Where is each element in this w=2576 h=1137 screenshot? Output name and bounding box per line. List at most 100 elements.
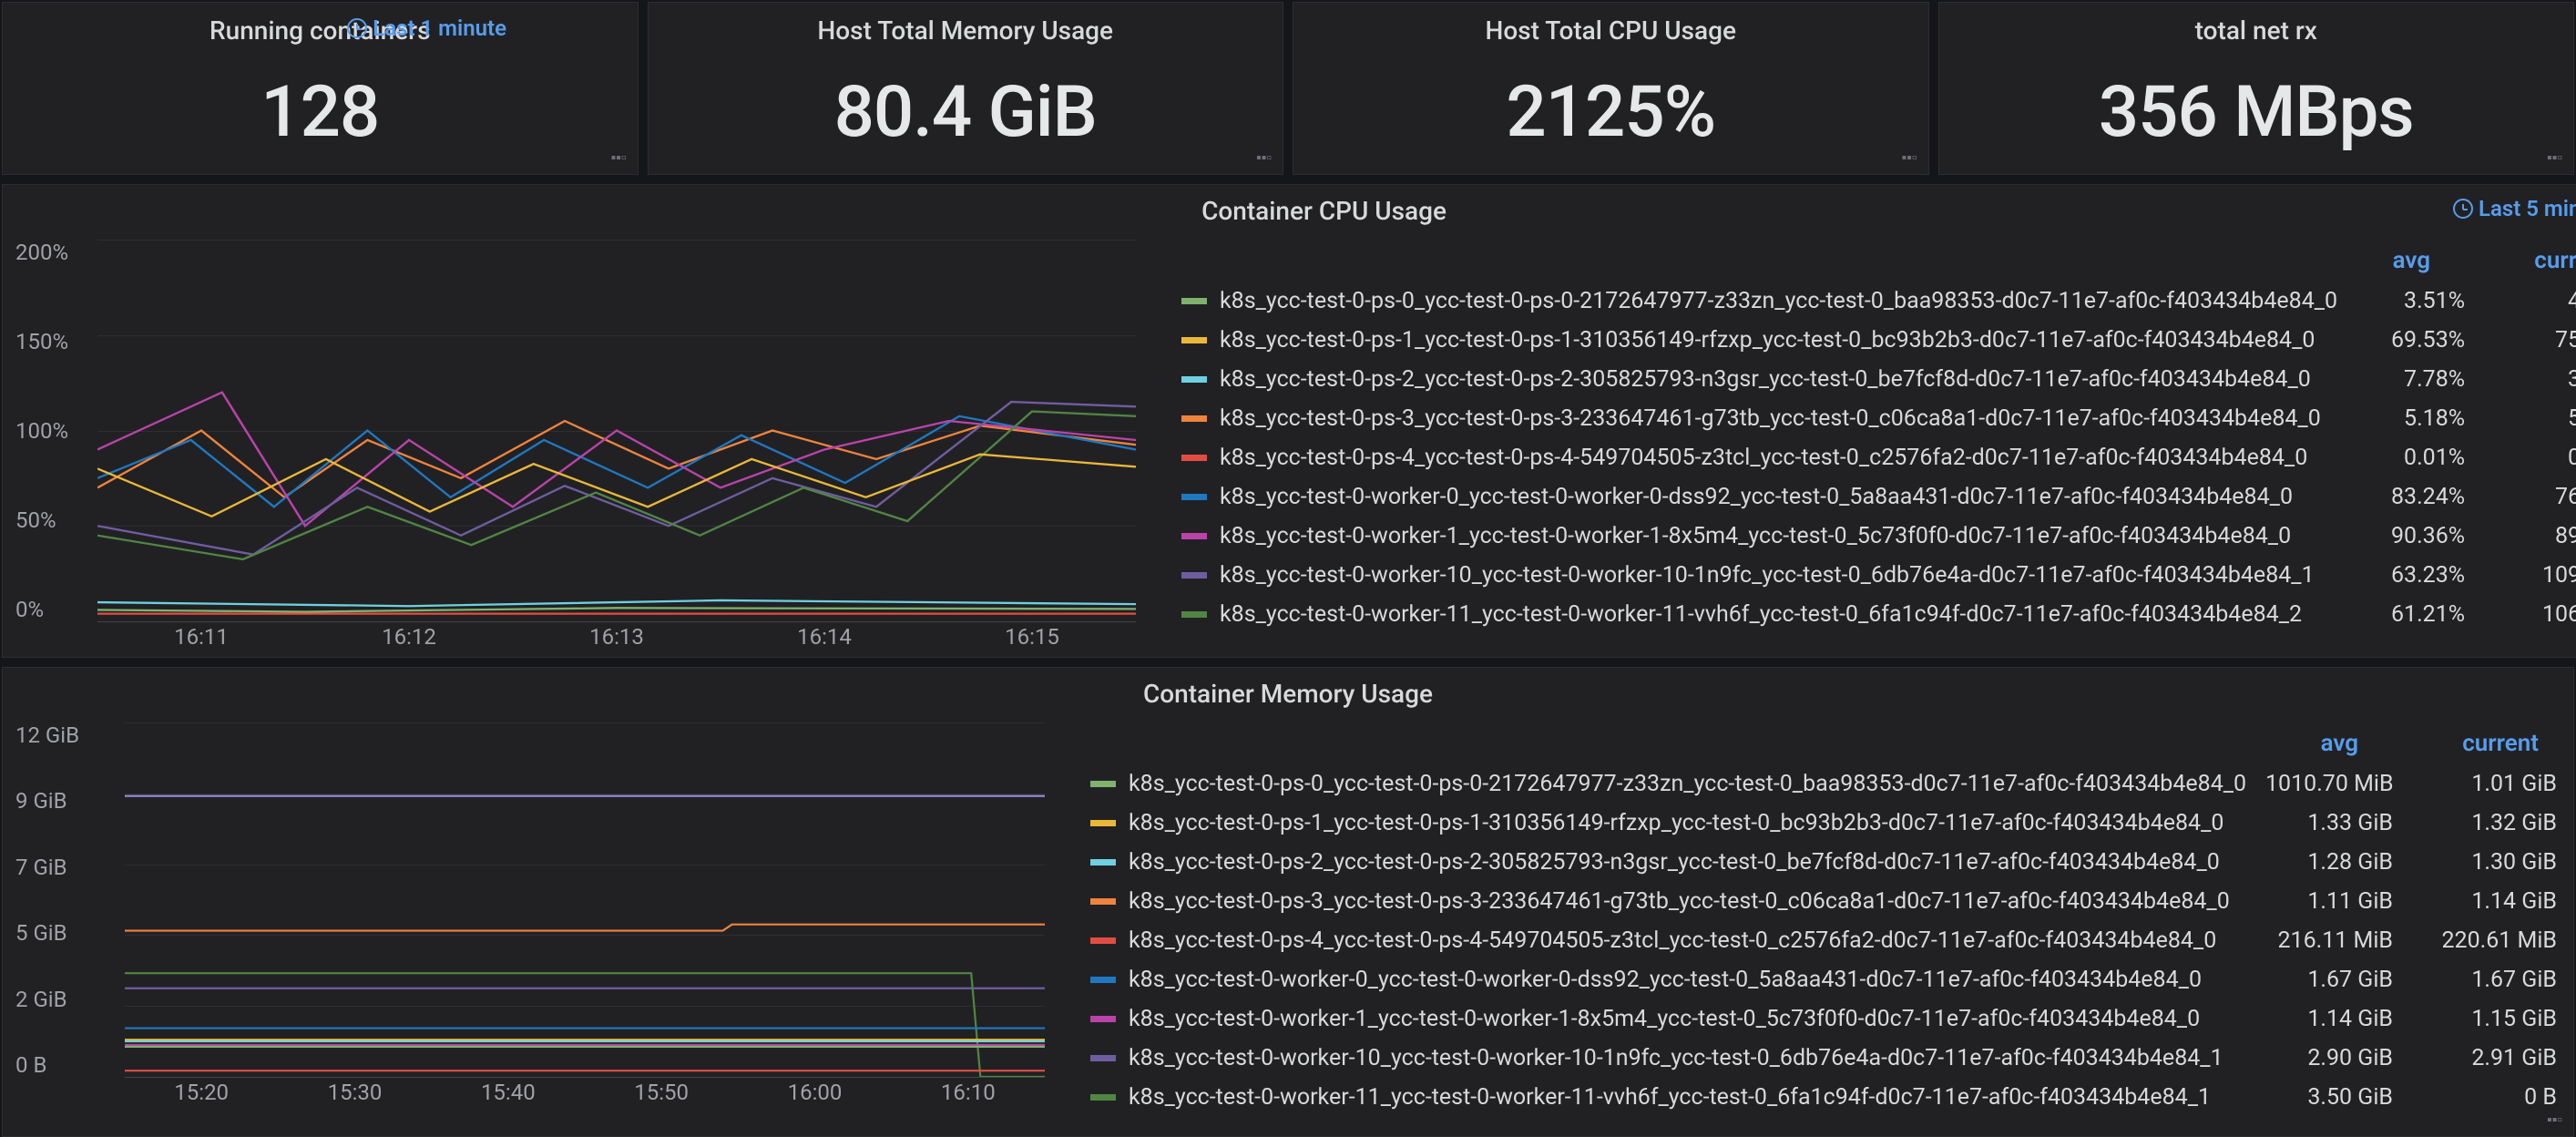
legend-header: avg current	[1181, 247, 2576, 274]
cpu-legend: avg current k8s_ycc-test-0-ps-0_ycc-test…	[1181, 247, 2576, 650]
drilldown-icon[interactable]: ▪▪▫	[1901, 149, 1917, 167]
series-name: k8s_ycc-test-0-worker-10_ycc-test-0-work…	[1220, 556, 2337, 595]
legend-row[interactable]: k8s_ycc-test-0-ps-4_ycc-test-0-ps-4-5497…	[1090, 921, 2557, 960]
stat-memory-usage[interactable]: Host Total Memory Usage 80.4 GiB ▪▪▫	[648, 2, 1284, 175]
stat-title: Host Total Memory Usage	[817, 15, 1113, 46]
series-name: k8s_ycc-test-0-worker-0_ycc-test-0-worke…	[1129, 960, 2265, 999]
legend-row[interactable]: k8s_ycc-test-0-worker-0_ycc-test-0-worke…	[1181, 477, 2576, 517]
col-current[interactable]: current	[2474, 247, 2576, 274]
series-swatch	[1181, 611, 1207, 618]
series-swatch	[1090, 781, 1116, 787]
panel-title: Container Memory Usage	[3, 679, 2573, 709]
drilldown-icon[interactable]: ▪▪▫	[610, 149, 626, 167]
col-avg[interactable]: avg	[2294, 247, 2430, 274]
legend-row[interactable]: k8s_ycc-test-0-ps-0_ycc-test-0-ps-0-2172…	[1090, 764, 2557, 804]
series-name: k8s_ycc-test-0-ps-4_ycc-test-0-ps-4-5497…	[1129, 921, 2265, 960]
time-range[interactable]: Last 1 minute	[347, 15, 506, 41]
drilldown-icon[interactable]: ▪▪▫	[1256, 149, 1272, 167]
dashboard: Running containers Last 1 minute 128 ▪▪▫…	[0, 0, 2576, 1137]
time-range[interactable]: Last 5 minutes	[2453, 196, 2576, 221]
legend-row[interactable]: k8s_ycc-test-0-ps-0_ycc-test-0-ps-0-2172…	[1181, 282, 2576, 321]
series-name: k8s_ycc-test-0-ps-0_ycc-test-0-ps-0-2172…	[1220, 282, 2337, 321]
axis-tick: 7 GiB	[15, 855, 67, 880]
stats-row: Running containers Last 1 minute 128 ▪▪▫…	[2, 2, 2574, 175]
current-value: 2.91 GiB	[2402, 1039, 2557, 1078]
plot-area[interactable]	[97, 240, 1136, 622]
legend-row[interactable]: k8s_ycc-test-0-ps-2_ycc-test-0-ps-2-3058…	[1090, 843, 2557, 882]
legend-row[interactable]: k8s_ycc-test-0-ps-3_ycc-test-0-ps-3-2336…	[1181, 399, 2576, 438]
series-swatch	[1090, 1055, 1116, 1061]
legend-row[interactable]: k8s_ycc-test-0-ps-1_ycc-test-0-ps-1-3103…	[1090, 804, 2557, 843]
avg-value: 61.21%	[2337, 595, 2474, 634]
legend-row[interactable]: k8s_ycc-test-0-worker-1_ycc-test-0-worke…	[1181, 517, 2576, 556]
container-mem-panel[interactable]: Container Memory Usage 12 GiB9 GiB7 GiB5…	[2, 667, 2574, 1137]
legend-row[interactable]: k8s_ycc-test-0-worker-11_ycc-test-0-work…	[1181, 595, 2576, 634]
drilldown-icon[interactable]: ▪▪▫	[2547, 149, 2562, 167]
cpu-chart[interactable]: 200%150%100%50%0%	[15, 240, 1136, 650]
series-name: k8s_ycc-test-0-ps-4_ycc-test-0-ps-4-5497…	[1220, 438, 2337, 477]
axis-tick: 0 B	[15, 1052, 46, 1078]
axis-tick: 15:30	[328, 1080, 383, 1105]
mem-legend: avg current k8s_ycc-test-0-ps-0_ycc-test…	[1090, 730, 2557, 1129]
axis-tick: 16:13	[589, 624, 644, 650]
axis-tick: 2 GiB	[15, 987, 67, 1012]
series-swatch	[1090, 937, 1116, 944]
cpu-row: Container CPU Usage Last 5 minutes 200%1…	[2, 184, 2574, 658]
col-current[interactable]: current	[2402, 730, 2539, 757]
legend-row[interactable]: k8s_ycc-test-0-worker-10_ycc-test-0-work…	[1181, 556, 2576, 595]
series-swatch	[1181, 298, 1207, 304]
mem-row: Container Memory Usage 12 GiB9 GiB7 GiB5…	[2, 667, 2574, 1137]
avg-value: 3.51%	[2337, 282, 2474, 321]
avg-value: 83.24%	[2337, 477, 2474, 517]
series-name: k8s_ycc-test-0-ps-1_ycc-test-0-ps-1-3103…	[1220, 321, 2337, 360]
container-cpu-panel[interactable]: Container CPU Usage Last 5 minutes 200%1…	[2, 184, 2576, 658]
legend-row[interactable]: k8s_ycc-test-0-worker-0_ycc-test-0-worke…	[1090, 960, 2557, 999]
current-value: 1.32 GiB	[2402, 804, 2557, 843]
legend-row[interactable]: k8s_ycc-test-0-ps-2_ycc-test-0-ps-2-3058…	[1181, 360, 2576, 399]
stat-running-containers[interactable]: Running containers Last 1 minute 128 ▪▪▫	[2, 2, 639, 175]
stat-value: 356 MBps	[2099, 71, 2414, 154]
stat-net-rx[interactable]: total net rx 356 MBps ▪▪▫	[1938, 2, 2575, 175]
avg-value: 2.90 GiB	[2265, 1039, 2402, 1078]
legend-row[interactable]: k8s_ycc-test-0-ps-4_ycc-test-0-ps-4-5497…	[1181, 438, 2576, 477]
legend-row[interactable]: k8s_ycc-test-0-ps-1_ycc-test-0-ps-1-3103…	[1181, 321, 2576, 360]
clock-icon	[347, 18, 367, 38]
current-value: 3.73%	[2474, 360, 2576, 399]
current-value: 76.42%	[2474, 477, 2576, 517]
current-value: 1.14 GiB	[2402, 882, 2557, 921]
legend-row[interactable]: k8s_ycc-test-0-worker-1_ycc-test-0-worke…	[1090, 999, 2557, 1039]
panel-title: Container CPU Usage	[3, 196, 2576, 226]
axis-tick: 5 GiB	[15, 920, 67, 946]
series-name: k8s_ycc-test-0-ps-0_ycc-test-0-ps-0-2172…	[1129, 764, 2265, 804]
series-swatch	[1181, 415, 1207, 422]
avg-value: 3.50 GiB	[2265, 1078, 2402, 1117]
current-value: 220.61 MiB	[2402, 921, 2557, 960]
legend-row[interactable]: k8s_ycc-test-0-worker-10_ycc-test-0-work…	[1090, 1039, 2557, 1078]
plot-area[interactable]	[125, 722, 1045, 1078]
axis-tick: 16:10	[941, 1080, 996, 1105]
avg-value: 90.36%	[2337, 517, 2474, 556]
series-name: k8s_ycc-test-0-ps-1_ycc-test-0-ps-1-3103…	[1129, 804, 2265, 843]
time-label: Last 1 minute	[373, 15, 506, 41]
series-name: k8s_ycc-test-0-worker-10_ycc-test-0-work…	[1129, 1039, 2265, 1078]
series-swatch	[1090, 820, 1116, 826]
y-axis: 12 GiB9 GiB7 GiB5 GiB2 GiB0 B	[15, 722, 116, 1078]
series-swatch	[1090, 859, 1116, 866]
col-avg[interactable]: avg	[2222, 730, 2358, 757]
current-value: 109.47%	[2474, 556, 2576, 595]
current-value: 89.17%	[2474, 517, 2576, 556]
axis-tick: 0%	[15, 597, 44, 622]
axis-tick: 15:40	[481, 1080, 536, 1105]
series-swatch	[1090, 1094, 1116, 1101]
legend-row[interactable]: k8s_ycc-test-0-ps-3_ycc-test-0-ps-3-2336…	[1090, 882, 2557, 921]
series-swatch	[1181, 455, 1207, 461]
drilldown-icon[interactable]: ▪▪▫	[2547, 1111, 2562, 1129]
stat-cpu-usage[interactable]: Host Total CPU Usage 2125% ▪▪▫	[1293, 2, 1929, 175]
stat-value: 2125%	[1506, 71, 1715, 154]
cpu-lines	[97, 240, 1136, 621]
legend-row[interactable]: k8s_ycc-test-0-worker-11_ycc-test-0-work…	[1090, 1078, 2557, 1117]
series-name: k8s_ycc-test-0-worker-11_ycc-test-0-work…	[1220, 595, 2337, 634]
avg-value: 216.11 MiB	[2265, 921, 2402, 960]
mem-chart[interactable]: 12 GiB9 GiB7 GiB5 GiB2 GiB0 B	[15, 722, 1045, 1105]
avg-value: 1010.70 MiB	[2265, 764, 2402, 804]
